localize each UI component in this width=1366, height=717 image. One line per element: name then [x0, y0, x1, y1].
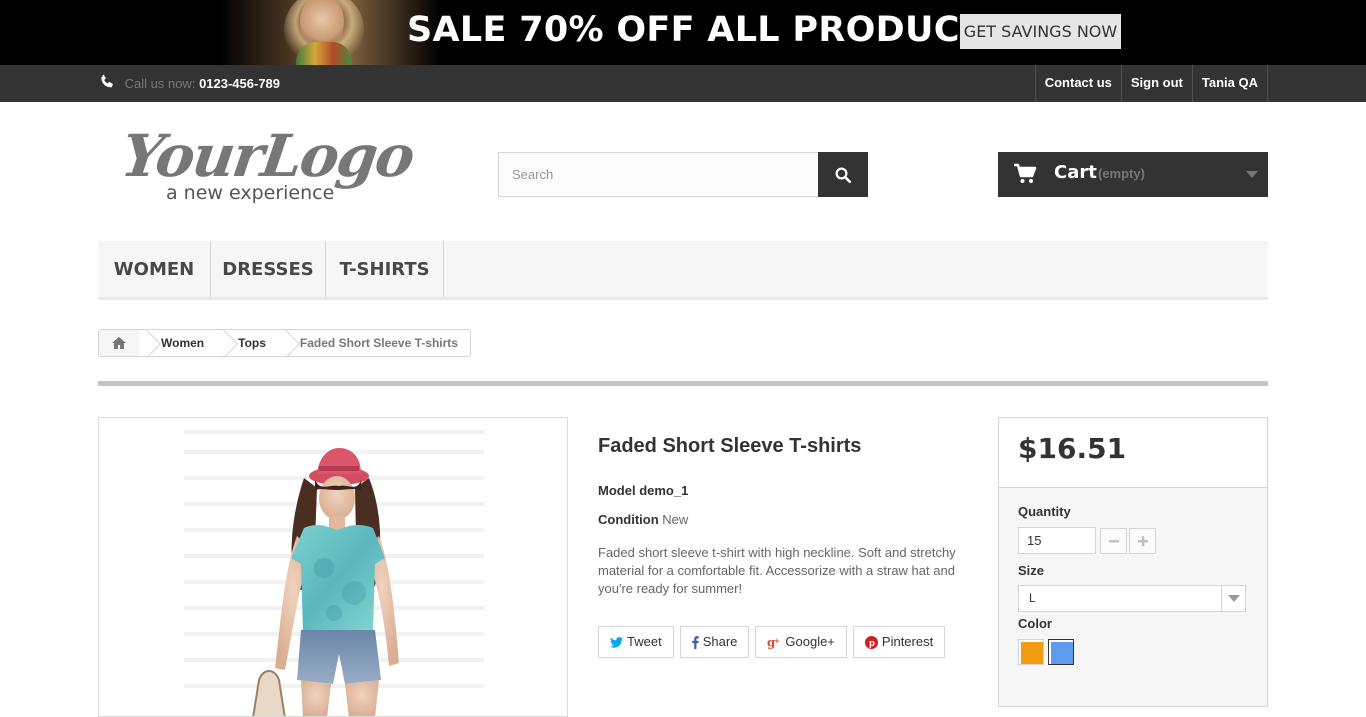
- cart-button[interactable]: Cart (empty): [998, 152, 1268, 197]
- breadcrumb: Women Tops Faded Short Sleeve T-shirts: [98, 329, 471, 357]
- size-select[interactable]: L: [1018, 585, 1246, 612]
- search-input[interactable]: [498, 152, 819, 197]
- google-plus-label: Google+: [785, 634, 835, 649]
- banner-headline: SALE 70% OFF ALL PRODUCTS: [407, 10, 1010, 50]
- call-us: Call us now: 0123-456-789: [98, 65, 280, 102]
- promo-banner[interactable]: SALE 70% OFF ALL PRODUCTS GET SAVINGS NO…: [0, 0, 1366, 65]
- quantity-input[interactable]: [1018, 527, 1096, 554]
- cart-icon: [1014, 163, 1037, 183]
- breadcrumb-tops[interactable]: Tops: [216, 330, 278, 356]
- quantity-label: Quantity: [1018, 504, 1071, 519]
- breadcrumb-current: Faded Short Sleeve T-shirts: [299, 336, 458, 350]
- plus-icon: [1137, 536, 1148, 547]
- cart-status: (empty): [1098, 166, 1145, 181]
- twitter-icon: [610, 636, 623, 648]
- product-model: Model demo_1: [598, 483, 688, 498]
- pinterest-label: Pinterest: [881, 634, 934, 649]
- chevron-down-icon: [1246, 171, 1258, 178]
- size-value: L: [1029, 591, 1036, 605]
- quantity-increase-button[interactable]: [1129, 528, 1156, 554]
- share-button[interactable]: Share: [679, 626, 750, 658]
- logo-text: YourLogo: [117, 122, 418, 190]
- svg-text:+: +: [774, 637, 780, 645]
- top-nav-bar: Call us now: 0123-456-789 Contact us Sig…: [0, 65, 1366, 102]
- pinterest-icon: p: [864, 635, 878, 649]
- menu-item-tshirts[interactable]: T-SHIRTS: [326, 241, 444, 297]
- social-share: Tweet Share g + Google+ p Pinterest: [598, 626, 946, 658]
- color-swatch-blue[interactable]: [1048, 639, 1074, 665]
- search-icon: [835, 167, 852, 183]
- model-value: demo_1: [639, 483, 689, 498]
- menu-item-women[interactable]: WOMEN: [98, 241, 211, 297]
- logo-tagline: a new experience: [166, 182, 335, 204]
- pinterest-button[interactable]: p Pinterest: [852, 626, 946, 658]
- divider: [98, 381, 1268, 386]
- search-button[interactable]: [818, 152, 868, 197]
- svg-text:p: p: [869, 637, 875, 647]
- color-swatch-orange[interactable]: [1018, 639, 1044, 665]
- phone-icon: [101, 74, 113, 87]
- model-label: Model: [598, 483, 636, 498]
- product-photo: [184, 430, 484, 716]
- chevron-down-icon: [1227, 594, 1240, 602]
- product-description: Faded short sleeve t-shirt with high nec…: [598, 545, 956, 596]
- facebook-icon: [691, 635, 699, 649]
- contact-us-link[interactable]: Contact us: [1034, 65, 1121, 102]
- product-price: $16.51: [1018, 432, 1127, 465]
- sign-out-link[interactable]: Sign out: [1120, 65, 1192, 102]
- call-label: Call us now:: [124, 76, 196, 91]
- product-condition: Condition New: [598, 512, 688, 527]
- main-menu: WOMEN DRESSES T-SHIRTS: [98, 241, 1268, 300]
- size-label: Size: [1018, 563, 1045, 578]
- condition-value: New: [662, 512, 689, 527]
- quantity-decrease-button[interactable]: [1100, 528, 1127, 554]
- search-box: [498, 152, 868, 197]
- product-title: Faded Short Sleeve T-shirts: [598, 435, 862, 457]
- site-logo[interactable]: YourLogo a new experience: [117, 122, 417, 212]
- home-icon: [112, 337, 126, 349]
- cart-label: Cart: [1054, 162, 1097, 183]
- color-label: Color: [1018, 616, 1052, 631]
- share-label: Share: [702, 634, 738, 649]
- product-image[interactable]: [98, 417, 568, 717]
- condition-label: Condition: [598, 512, 659, 527]
- google-plus-button[interactable]: g + Google+: [755, 626, 847, 658]
- price-bar: $16.51: [999, 418, 1267, 488]
- phone-number: 0123-456-789: [199, 76, 281, 91]
- account-link[interactable]: Tania QA: [1191, 65, 1268, 102]
- size-dropdown-toggle[interactable]: [1221, 586, 1245, 611]
- tweet-button[interactable]: Tweet: [598, 626, 674, 658]
- breadcrumb-women[interactable]: Women: [139, 330, 216, 356]
- google-plus-icon: g +: [767, 636, 780, 649]
- buy-box: $16.51 Quantity Size L Color: [998, 417, 1268, 707]
- menu-item-dresses[interactable]: DRESSES: [211, 241, 326, 297]
- minus-icon: [1108, 540, 1119, 543]
- tweet-label: Tweet: [627, 634, 662, 649]
- get-savings-button[interactable]: GET SAVINGS NOW: [960, 14, 1121, 49]
